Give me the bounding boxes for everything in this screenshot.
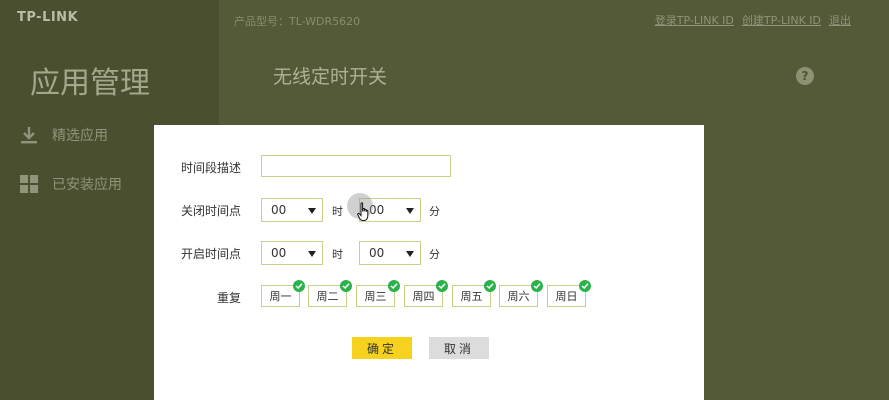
day-label: 周四 [412, 290, 435, 303]
day-label: 周一 [269, 290, 292, 303]
check-icon [293, 280, 305, 292]
help-icon[interactable]: ? [796, 67, 814, 85]
login-link[interactable]: 登录TP-LINK ID [655, 12, 734, 28]
chevron-down-icon [406, 208, 414, 214]
cancel-button[interactable]: 取消 [429, 337, 489, 359]
product-model: 产品型号：TL-WDR5620 [234, 15, 361, 28]
check-icon [531, 280, 543, 292]
check-icon [340, 280, 352, 292]
ok-button[interactable]: 确定 [352, 337, 412, 359]
day-label: 周日 [555, 290, 578, 303]
day-toggle-wed[interactable]: 周三 [356, 280, 400, 307]
day-label: 周五 [460, 290, 483, 303]
repeat-label: 重复 [216, 290, 241, 305]
top-links: 登录TP-LINK ID 创建TP-LINK ID 退出 [655, 12, 851, 28]
day-toggle-tue[interactable]: 周二 [308, 280, 352, 307]
chevron-down-icon [406, 251, 414, 257]
chevron-down-icon [308, 208, 316, 214]
check-icon [388, 280, 400, 292]
day-label: 周二 [316, 290, 339, 303]
open-hour-select[interactable]: 00 [261, 241, 323, 265]
repeat-row: 重复 周一 周二 周三 周四 周五 周六 周日 [154, 280, 704, 309]
grid-icon [18, 173, 40, 195]
check-icon [484, 280, 496, 292]
tp-link-logo: TP-LINK [17, 10, 79, 25]
day-toggle-thu[interactable]: 周四 [404, 280, 448, 307]
open-time-row: 开启时间点 00 时 00 分 [154, 241, 704, 265]
sidebar-item-installed-apps[interactable]: 已安装应用 [18, 173, 122, 195]
sidebar-item-label: 精选应用 [52, 128, 108, 144]
close-time-label: 关闭时间点 [180, 203, 241, 218]
day-toggle-mon[interactable]: 周一 [261, 280, 305, 307]
open-time-label: 开启时间点 [180, 246, 241, 261]
description-row: 时间段描述 [154, 155, 704, 179]
day-toggle-sat[interactable]: 周六 [499, 280, 543, 307]
description-input[interactable] [261, 155, 451, 177]
check-icon [436, 280, 448, 292]
day-toggle-fri[interactable]: 周五 [452, 280, 496, 307]
close-hour-value: 00 [271, 203, 287, 217]
chevron-down-icon [308, 251, 316, 257]
page-title: 无线定时开关 [273, 66, 388, 88]
hour-unit-label: 时 [332, 205, 343, 218]
schedule-dialog: 时间段描述 关闭时间点 00 时 00 分 开启时间点 00 时 00 分 重复… [154, 125, 704, 400]
sidebar-item-featured-apps[interactable]: 精选应用 [18, 124, 108, 146]
open-minute-select[interactable]: 00 [359, 241, 421, 265]
hand-cursor-icon [357, 202, 371, 226]
minute-unit-label: 分 [429, 205, 440, 218]
open-hour-value: 00 [271, 246, 287, 260]
day-label: 周三 [364, 290, 387, 303]
download-icon [18, 124, 40, 146]
day-toggle-sun[interactable]: 周日 [547, 280, 591, 307]
close-time-row: 关闭时间点 00 时 00 分 [154, 198, 704, 222]
minute-unit-label: 分 [429, 248, 440, 261]
logout-link[interactable]: 退出 [829, 12, 851, 28]
hour-unit-label: 时 [332, 248, 343, 261]
day-label: 周六 [507, 290, 530, 303]
description-label: 时间段描述 [180, 160, 241, 175]
sidebar-item-label: 已安装应用 [52, 177, 122, 193]
sidebar-title: 应用管理 [30, 66, 150, 101]
create-id-link[interactable]: 创建TP-LINK ID [742, 12, 821, 28]
close-hour-select[interactable]: 00 [261, 198, 323, 222]
open-minute-value: 00 [369, 246, 385, 260]
check-icon [579, 280, 591, 292]
